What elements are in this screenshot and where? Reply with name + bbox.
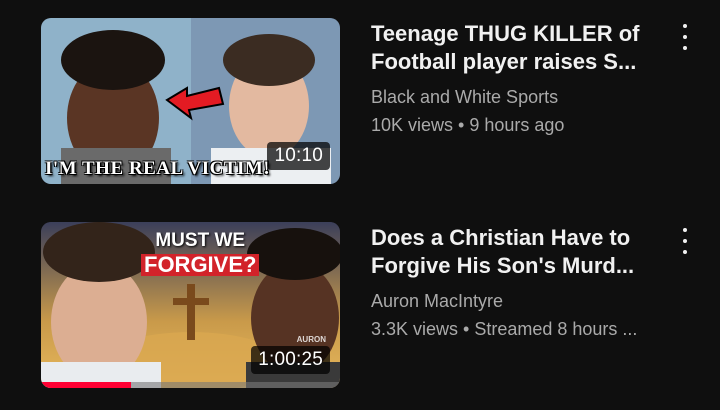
dot (683, 239, 687, 243)
video-thumbnail[interactable]: MUST WE FORGIVE? AURON 1:00:25 (41, 222, 340, 388)
thumbnail-headline-line2: FORGIVE? (141, 254, 260, 276)
thumbnail-watermark: AURON (296, 335, 326, 344)
dot (683, 35, 687, 39)
video-meta: Does a Christian Have to Forgive His Son… (371, 224, 671, 340)
more-options-icon[interactable] (676, 24, 694, 50)
thumbnail-headline-line1: MUST WE (155, 230, 246, 251)
channel-name[interactable]: Black and White Sports (371, 86, 671, 108)
video-meta: Teenage THUG KILLER of Football player r… (371, 20, 671, 136)
video-item[interactable]: I'M THE REAL VICTIM! 10:10 Teenage THUG … (40, 18, 705, 184)
video-stats: 3.3K views • Streamed 8 hours ... (371, 319, 638, 339)
more-options-icon[interactable] (676, 228, 694, 254)
thumbnail-headline: MUST WE FORGIVE? (141, 230, 260, 279)
duration-badge: 10:10 (267, 142, 330, 170)
dot (683, 46, 687, 50)
channel-name[interactable]: Auron MacIntyre (371, 290, 671, 312)
watch-progress-bar (41, 382, 340, 388)
video-title[interactable]: Does a Christian Have to Forgive His Son… (371, 224, 671, 280)
watch-progress-fill (41, 382, 131, 388)
video-title[interactable]: Teenage THUG KILLER of Football player r… (371, 20, 671, 76)
video-item[interactable]: MUST WE FORGIVE? AURON 1:00:25 Does a Ch… (40, 222, 705, 388)
dot (683, 228, 687, 232)
dot (683, 24, 687, 28)
dot (683, 250, 687, 254)
video-stats: 10K views • 9 hours ago (371, 115, 565, 135)
video-thumbnail[interactable]: I'M THE REAL VICTIM! 10:10 (41, 18, 340, 184)
duration-badge: 1:00:25 (251, 346, 330, 374)
thumbnail-caption: I'M THE REAL VICTIM! (45, 158, 271, 179)
